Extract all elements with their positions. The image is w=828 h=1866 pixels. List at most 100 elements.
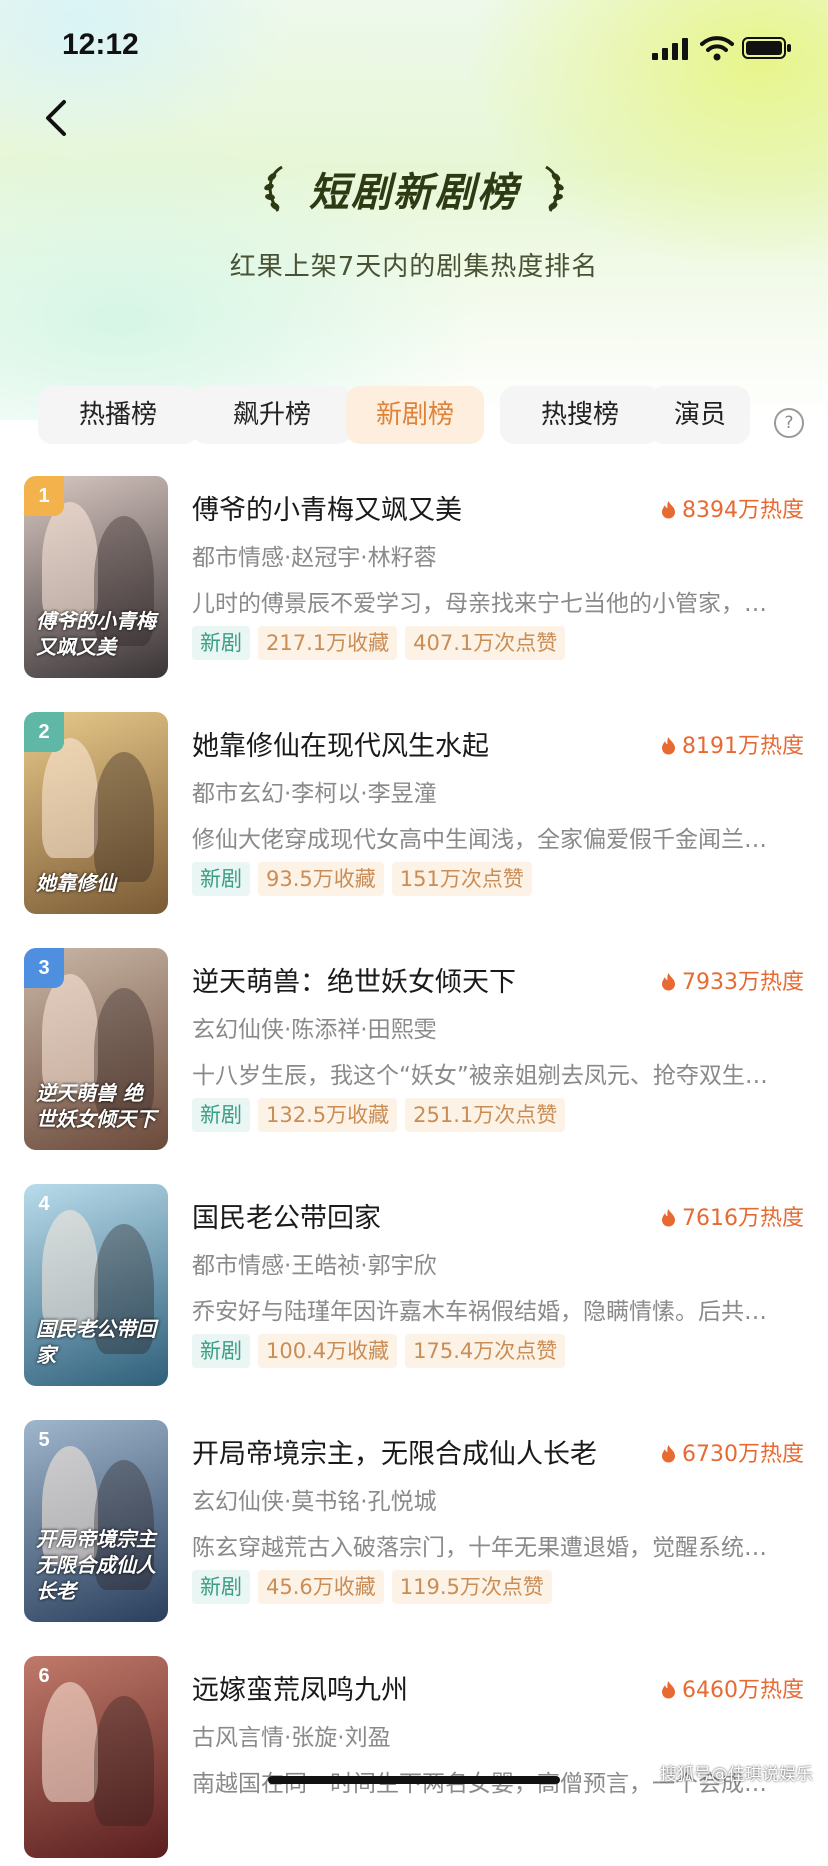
tag-row: 新剧 45.6万收藏 119.5万次点赞 (192, 1570, 560, 1608)
page-title: 短剧新剧榜 (309, 170, 519, 216)
synopsis: 乔安好与陆瑾年因许嘉木车祸假结婚，隐瞒情愫。后共… (192, 1299, 767, 1325)
likes-count: 251.1万次点赞 (405, 1098, 566, 1132)
new-badge: 新剧 (192, 1570, 250, 1604)
tag-row: 新剧 132.5万收藏 251.1万次点赞 (192, 1098, 573, 1136)
drama-cover-image[interactable]: 3 逆天萌兽 绝世妖女倾天下 (24, 948, 168, 1150)
drama-title[interactable]: 国民老公带回家 (192, 1196, 381, 1235)
flame-icon (662, 973, 675, 991)
cover-title-text: 她靠修仙 (36, 871, 116, 895)
ranking-tabs: 热播榜 飙升榜 新剧榜 热搜榜 演员 (20, 386, 780, 444)
heat-text: 8394万热度 (682, 498, 804, 523)
cover-title-text: 开局帝境宗主 无限合成仙人长老 (36, 1527, 156, 1603)
cover-title-text: 逆天萌兽 绝世妖女倾天下 (36, 1081, 156, 1131)
flame-icon (662, 1209, 675, 1227)
heat-text: 7933万热度 (682, 970, 804, 995)
drama-title[interactable]: 远嫁蛮荒凤鸣九州 (192, 1668, 408, 1707)
tag-row: 新剧 93.5万收藏 151万次点赞 (192, 862, 540, 900)
help-icon[interactable]: ? (774, 408, 804, 438)
cover-figure (94, 752, 154, 882)
favorites-count: 132.5万收藏 (258, 1098, 398, 1132)
rank-badge: 6 (38, 1665, 50, 1687)
list-item[interactable]: 5 开局帝境宗主 无限合成仙人长老 开局帝境宗主，无限合成仙人长老 6730万热度玄幻… (0, 1420, 828, 1630)
list-item[interactable]: 1 傅爷的小青梅又飒又美 傅爷的小青梅又飒又美 8394万热度 都市情感·赵冠宇·林籽蓉… (0, 476, 828, 686)
rank-badge: 2 (24, 712, 64, 752)
cover-figure (42, 1682, 98, 1802)
tab-new-drama[interactable]: 新剧榜 (346, 386, 484, 444)
status-time: 12:12 (62, 28, 139, 61)
flame-icon (662, 1681, 675, 1699)
heat-text: 6460万热度 (682, 1678, 804, 1703)
heat-text: 7616万热度 (682, 1206, 804, 1231)
drama-cover-image[interactable]: 2 她靠修仙 (24, 712, 168, 914)
list-item[interactable]: 4 国民老公带回家 国民老公带回家 7616万热度都市情感·王皓祯·郭宇欣乔安好与陆瑾… (0, 1184, 828, 1394)
synopsis: 修仙大佬穿成现代女高中生闻浅，全家偏爱假千金闻兰… (192, 827, 767, 853)
tab-rising[interactable]: 飙升榜 (192, 386, 352, 444)
laurel-left-icon (264, 165, 283, 212)
rank-badge: 3 (24, 948, 64, 988)
new-badge: 新剧 (192, 1334, 250, 1368)
tab-actors[interactable]: 演员 (650, 386, 750, 444)
heat-text: 8191万热度 (682, 734, 804, 759)
genre-cast: 都市玄幻·李柯以·李昱潼 (192, 781, 437, 807)
likes-count: 407.1万次点赞 (405, 626, 566, 660)
laurel-right-icon (545, 165, 564, 212)
drama-cover-image[interactable]: 5 开局帝境宗主 无限合成仙人长老 (24, 1420, 168, 1622)
new-badge: 新剧 (192, 1098, 250, 1132)
page-subtitle: 红果上架7天内的剧集热度排名 (229, 252, 599, 282)
cover-figure (42, 502, 98, 622)
drama-cover-image[interactable]: 4 国民老公带回家 (24, 1184, 168, 1386)
heat-text: 6730万热度 (682, 1442, 804, 1467)
heat-value: 8394万热度 (661, 492, 804, 524)
tag-row: 新剧 100.4万收藏 175.4万次点赞 (192, 1334, 573, 1372)
likes-count: 119.5万次点赞 (391, 1570, 552, 1604)
favorites-count: 45.6万收藏 (258, 1570, 384, 1604)
rank-badge: 1 (24, 476, 64, 516)
back-button[interactable] (38, 96, 74, 140)
cover-figure (42, 738, 98, 858)
drama-cover-image[interactable]: 1 傅爷的小青梅又飒又美 (24, 476, 168, 678)
cover-title-text: 傅爷的小青梅又飒又美 (36, 609, 156, 659)
rank-badge: 5 (38, 1429, 50, 1451)
cover-figure (94, 1696, 154, 1826)
drama-cover-image[interactable]: 6 (24, 1656, 168, 1858)
heat-value: 6460万热度 (661, 1672, 804, 1704)
tab-hot-search[interactable]: 热搜榜 (500, 386, 660, 444)
likes-count: 151万次点赞 (391, 862, 532, 896)
wifi-icon (700, 36, 734, 61)
genre-cast: 玄幻仙侠·陈添祥·田熙雯 (192, 1017, 437, 1043)
cover-figure (42, 974, 98, 1094)
synopsis: 陈玄穿越荒古入破落宗门，十年无果遭退婚，觉醒系统… (192, 1535, 767, 1561)
flame-icon (662, 737, 675, 755)
list-item[interactable]: 2 她靠修仙 她靠修仙在现代风生水起 8191万热度都市玄幻·李柯以·李昱潼修仙大佬穿… (0, 712, 828, 922)
genre-cast: 玄幻仙侠·莫书铭·孔悦城 (192, 1489, 437, 1515)
synopsis: 儿时的傅景辰不爱学习，母亲找来宁七当他的小管家，… (192, 591, 767, 617)
likes-count: 175.4万次点赞 (405, 1334, 566, 1368)
genre-cast: 都市情感·王皓祯·郭宇欣 (192, 1253, 437, 1279)
favorites-count: 93.5万收藏 (258, 862, 384, 896)
drama-title[interactable]: 逆天萌兽：绝世妖女倾天下 (192, 960, 516, 999)
drama-title[interactable]: 傅爷的小青梅又飒又美 (192, 488, 462, 527)
genre-cast: 古风言情·张旋·刘盈 (192, 1725, 391, 1751)
flame-icon (662, 501, 675, 519)
heat-value: 8191万热度 (661, 728, 804, 760)
tag-row: 新剧 217.1万收藏 407.1万次点赞 (192, 626, 573, 664)
rank-badge: 4 (38, 1193, 50, 1215)
heat-value: 6730万热度 (661, 1436, 804, 1468)
flame-icon (662, 1445, 675, 1463)
heat-value: 7933万热度 (661, 964, 804, 996)
drama-title[interactable]: 她靠修仙在现代风生水起 (192, 724, 489, 763)
watermark: 搜狐号@佳琪说娱乐 (660, 1765, 813, 1785)
list-item[interactable]: 3 逆天萌兽 绝世妖女倾天下 逆天萌兽：绝世妖女倾天下 7933万热度玄幻仙侠·陈添祥… (0, 948, 828, 1158)
favorites-count: 100.4万收藏 (258, 1334, 398, 1368)
signal-icon (652, 38, 688, 60)
drama-title[interactable]: 开局帝境宗主，无限合成仙人长老 (192, 1432, 597, 1471)
synopsis: 十八岁生辰，我这个“妖女”被亲姐剜去凤元、抢夺双生… (192, 1063, 768, 1089)
genre-cast: 都市情感·赵冠宇·林籽蓉 (192, 545, 437, 571)
heat-value: 7616万热度 (661, 1200, 804, 1232)
tab-hot-play[interactable]: 热播榜 (38, 386, 198, 444)
new-badge: 新剧 (192, 626, 250, 660)
status-bar: 12:12 (0, 28, 828, 68)
cover-figure (42, 1210, 98, 1330)
home-indicator (268, 1776, 560, 1784)
favorites-count: 217.1万收藏 (258, 626, 398, 660)
